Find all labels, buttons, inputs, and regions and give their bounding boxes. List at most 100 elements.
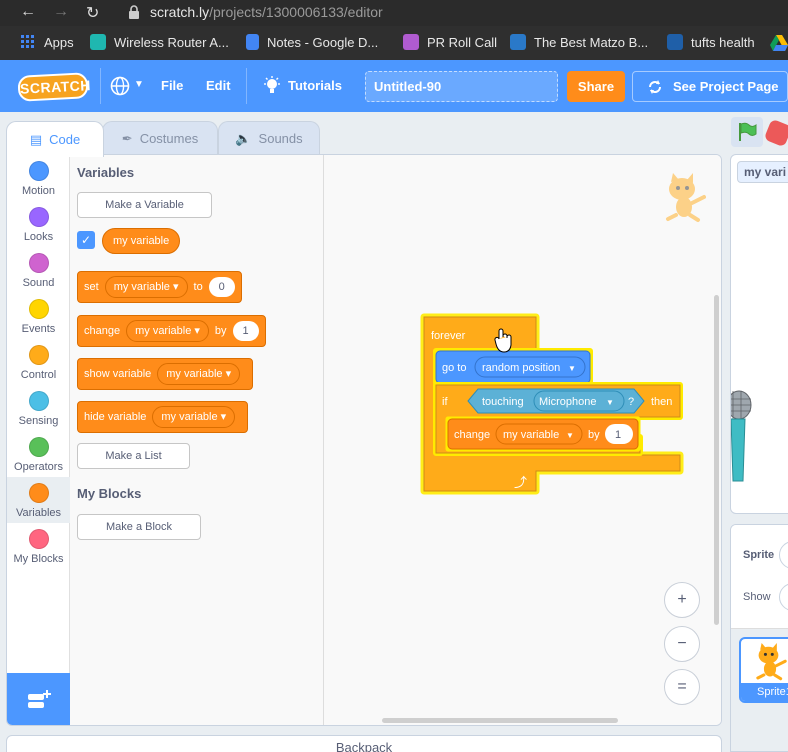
- block-verb: hide variable: [84, 411, 147, 423]
- category-label: Events: [21, 323, 56, 335]
- apps-grid-icon: [21, 35, 34, 48]
- show-toggle[interactable]: [779, 583, 788, 611]
- stage[interactable]: my vari: [730, 154, 788, 514]
- category-events[interactable]: Events: [7, 293, 70, 339]
- briefcase-icon: [510, 34, 526, 50]
- change-variable-label: my variable: [503, 429, 559, 441]
- variable-dropdown[interactable]: my variable: [126, 320, 209, 342]
- value-input[interactable]: 1: [232, 321, 259, 341]
- sprite-name-label: Sprite: [743, 549, 775, 561]
- go-to-label: go to: [442, 362, 466, 374]
- sprite-info: Sprite Show: [731, 525, 788, 629]
- workspace-vertical-scrollbar[interactable]: [714, 295, 719, 625]
- category-my-blocks[interactable]: My Blocks: [7, 523, 70, 569]
- show-variable-block[interactable]: show variable my variable: [77, 358, 254, 390]
- see-project-page-button[interactable]: See Project Page: [632, 71, 788, 102]
- block-text: to: [193, 281, 203, 293]
- url-path: /projects/1300006133/editor: [209, 4, 383, 20]
- file-menu[interactable]: File: [161, 78, 183, 93]
- add-extension-button[interactable]: [7, 673, 70, 725]
- google-docs-icon: [246, 34, 259, 50]
- scratch-logo[interactable]: SCRATCH: [17, 72, 91, 102]
- my-variable-reporter[interactable]: my variable: [102, 228, 181, 254]
- bookmark-pr-roll-call[interactable]: PR Roll Call: [403, 34, 497, 50]
- category-operators[interactable]: Operators: [7, 431, 70, 477]
- zoom-reset-button[interactable]: =: [664, 669, 700, 705]
- script-workspace[interactable]: forever ⤴ go to random position ▼ if tou…: [324, 155, 721, 725]
- url-text[interactable]: scratch.ly/projects/1300006133/editor: [150, 4, 383, 20]
- tab-costumes[interactable]: ✒ Costumes: [102, 121, 218, 155]
- variables-heading: Variables: [77, 165, 135, 180]
- green-flag-button[interactable]: [731, 117, 763, 147]
- share-button[interactable]: Share: [567, 71, 625, 102]
- bookmark-matzo[interactable]: The Best Matzo B...: [510, 34, 648, 50]
- tab-sounds[interactable]: 🔈 Sounds: [218, 121, 320, 155]
- see-project-label: See Project Page: [673, 79, 779, 94]
- back-arrow-icon[interactable]: ←: [20, 3, 36, 21]
- zoom-out-button[interactable]: −: [664, 626, 700, 662]
- block-verb: change: [84, 325, 121, 337]
- globe-language-icon[interactable]: [110, 76, 130, 96]
- make-list-button[interactable]: Make a List: [77, 443, 190, 469]
- value-input[interactable]: 0: [208, 277, 235, 297]
- category-label: Control: [20, 369, 57, 381]
- tab-code[interactable]: ▤ Code: [6, 121, 104, 157]
- forward-arrow-icon[interactable]: →: [53, 3, 69, 21]
- menu-divider: [100, 68, 101, 104]
- bookmark-label: Notes - Google D...: [267, 34, 379, 50]
- add-extension-icon: [27, 690, 51, 708]
- touching-target-label: Microphone: [539, 396, 596, 408]
- language-chevron-down-icon[interactable]: ▼: [134, 79, 144, 90]
- backpack-panel[interactable]: Backpack: [6, 735, 722, 752]
- category-label: Looks: [23, 231, 54, 243]
- change-variable-block[interactable]: change my variable by 1: [77, 315, 266, 347]
- bookmark-apps[interactable]: Apps: [20, 34, 74, 50]
- tab-code-label: Code: [49, 132, 81, 147]
- hide-variable-block[interactable]: hide variable my variable: [77, 401, 249, 433]
- google-drive-icon[interactable]: [770, 35, 788, 51]
- category-sound[interactable]: Sound: [7, 247, 70, 293]
- category-variables[interactable]: Variables: [7, 477, 70, 523]
- roll-call-icon: [403, 34, 419, 50]
- bookmark-wireless-router[interactable]: Wireless Router A...: [90, 34, 229, 50]
- tab-costumes-label: Costumes: [139, 131, 199, 146]
- question-mark: ?: [628, 396, 634, 408]
- variable-checkbox[interactable]: ✓: [77, 231, 95, 249]
- make-block-button[interactable]: Make a Block: [77, 514, 201, 540]
- change-value-label: 1: [615, 429, 621, 441]
- variable-dropdown[interactable]: my variable: [104, 276, 188, 298]
- tab-sounds-label: Sounds: [258, 131, 303, 146]
- make-variable-button[interactable]: Make a Variable: [77, 192, 212, 218]
- sprite-name-input[interactable]: [779, 541, 788, 569]
- looks-category-icon: [28, 207, 49, 227]
- variable-dropdown[interactable]: my variable: [152, 406, 236, 428]
- category-control[interactable]: Control: [7, 339, 70, 385]
- sensing-category-icon: [28, 391, 49, 411]
- reload-icon[interactable]: ↻: [86, 3, 99, 23]
- variable-dropdown[interactable]: my variable: [157, 363, 241, 385]
- category-looks[interactable]: Looks: [7, 201, 70, 247]
- script-canvas: forever ⤴ go to random position ▼ if tou…: [420, 313, 684, 495]
- set-variable-block[interactable]: set my variable to 0: [77, 271, 242, 303]
- go-to-block[interactable]: go to random position ▼: [433, 348, 593, 386]
- lock-icon: [129, 5, 139, 19]
- stop-button[interactable]: [763, 118, 788, 148]
- bookmark-tufts-health[interactable]: tufts health: [667, 34, 755, 50]
- chevron-down-icon: ▼: [568, 364, 576, 373]
- tutorials-menu[interactable]: Tutorials: [288, 78, 342, 93]
- category-motion[interactable]: Motion: [7, 155, 70, 201]
- events-category-icon: [28, 299, 49, 319]
- scratch-menu-bar: SCRATCH ▼ File Edit Tutorials Untitled-9…: [0, 60, 788, 112]
- bookmark-label: tufts health: [691, 34, 755, 50]
- workspace-horizontal-scrollbar[interactable]: [382, 718, 618, 723]
- variable-monitor: my vari: [737, 161, 788, 183]
- edit-menu[interactable]: Edit: [206, 78, 231, 93]
- zoom-in-button[interactable]: +: [664, 582, 700, 618]
- bookmark-notes[interactable]: Notes - Google D...: [246, 34, 378, 50]
- change-variable-script-block[interactable]: change my variable ▼ by 1: [445, 416, 641, 452]
- category-sensing[interactable]: Sensing: [7, 385, 70, 431]
- project-title-input[interactable]: Untitled-90: [365, 71, 558, 102]
- sprite-thumbnail[interactable]: Sprite1: [739, 637, 788, 703]
- bookmark-label: PR Roll Call: [427, 34, 498, 50]
- motion-category-icon: [28, 161, 49, 181]
